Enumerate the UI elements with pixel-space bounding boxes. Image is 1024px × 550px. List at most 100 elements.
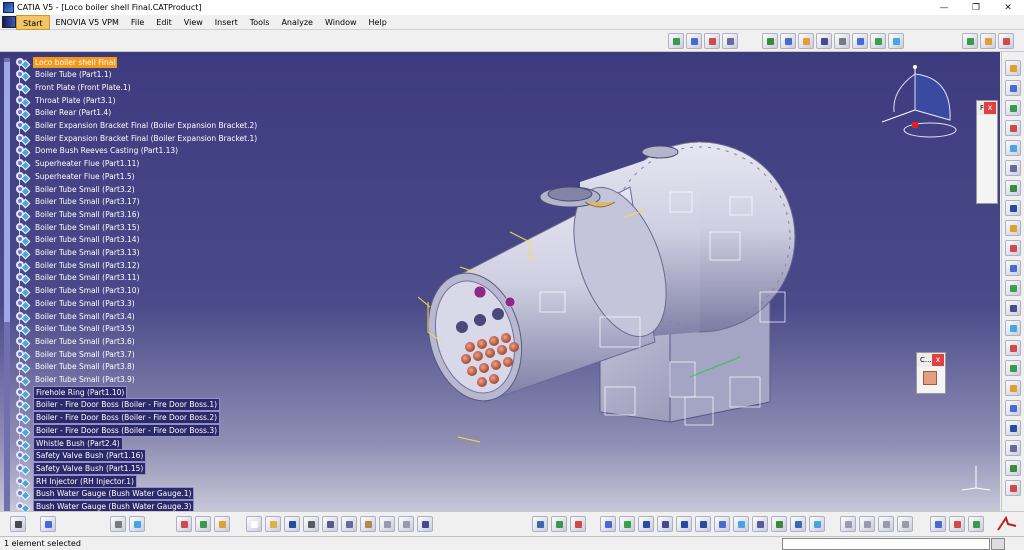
reorder-icon[interactable]	[1005, 260, 1021, 276]
tree-node[interactable]: Boiler Tube Small (Part3.16)	[16, 208, 142, 222]
start-icon[interactable]	[2, 16, 16, 28]
update-all-icon[interactable]	[1005, 460, 1021, 476]
tree-node[interactable]: Boiler Tube Small (Part3.15)	[16, 221, 142, 235]
tree-node[interactable]: Boiler Tube Small (Part3.6)	[16, 335, 137, 349]
small-floating-toolbar-header[interactable]: C... x	[917, 353, 945, 367]
tree-node[interactable]: Dome Bush Reeves Casting (Part1.13)	[16, 145, 180, 158]
save-icon[interactable]	[284, 516, 300, 532]
manipulation-icon[interactable]	[816, 33, 832, 49]
options-icon[interactable]	[968, 516, 984, 532]
clash-icon[interactable]	[852, 33, 868, 49]
move-icon[interactable]	[762, 33, 778, 49]
power-input-button[interactable]	[991, 538, 1005, 550]
tree-node[interactable]: Boiler Tube Small (Part3.9)	[16, 374, 137, 387]
update-icon[interactable]	[962, 33, 978, 49]
tree-node[interactable]: Bush Water Gauge (Bush Water Gauge.3)	[16, 500, 195, 511]
tree-node[interactable]: Boiler Tube Small (Part3.17)	[16, 196, 142, 209]
tree-node[interactable]: Boiler - Fire Door Boss (Boiler - Fire D…	[16, 411, 221, 425]
cut-icon[interactable]	[322, 516, 338, 532]
catalog-icon[interactable]	[722, 33, 738, 49]
tree-node[interactable]: Boiler Expansion Bracket Final (Boiler E…	[16, 120, 259, 133]
rotate-icon[interactable]	[657, 516, 673, 532]
fix-icon[interactable]	[1005, 100, 1021, 116]
measure-between-icon[interactable]	[840, 516, 856, 532]
components-icon[interactable]	[686, 33, 702, 49]
fit-all-icon[interactable]	[619, 516, 635, 532]
std-icon[interactable]	[897, 516, 913, 532]
renumber-icon[interactable]	[1005, 240, 1021, 256]
print-icon[interactable]	[10, 516, 26, 532]
tree-node[interactable]: Superheater Flue (Part1.5)	[16, 170, 137, 184]
close-button[interactable]: ✕	[992, 0, 1024, 15]
menu-help[interactable]: Help	[363, 15, 393, 30]
tree-node[interactable]: Front Plate (Front Plate.1)	[16, 81, 133, 95]
side-floating-toolbar-header[interactable]: F x	[977, 101, 997, 115]
print-document-icon[interactable]	[303, 516, 319, 532]
boiler-model[interactable]	[400, 92, 820, 452]
menu-tools[interactable]: Tools	[244, 15, 276, 30]
whats-this-icon[interactable]	[417, 516, 433, 532]
restore-button[interactable]: ❐	[960, 0, 992, 15]
new-component-icon[interactable]	[1005, 140, 1021, 156]
offset-icon[interactable]	[1005, 400, 1021, 416]
zoom-in-icon[interactable]	[676, 516, 692, 532]
measure-inertia-icon[interactable]	[878, 516, 894, 532]
explode-icon[interactable]	[798, 33, 814, 49]
tree-root-node[interactable]: Loco boiler shell Final	[16, 56, 118, 69]
menu-window[interactable]: Window	[319, 15, 363, 30]
side-floating-close-button[interactable]: x	[984, 102, 996, 114]
hide-show-icon[interactable]	[771, 516, 787, 532]
formula-icon[interactable]	[195, 516, 211, 532]
quick-view-icon[interactable]	[733, 516, 749, 532]
tree-node[interactable]: Boiler - Fire Door Boss (Boiler - Fire D…	[16, 398, 221, 412]
fly-mode-icon[interactable]	[600, 516, 616, 532]
tree-node[interactable]: RH Injector (RH Injector.1)	[16, 474, 137, 489]
tree-scrollbar-thumb[interactable]	[4, 62, 10, 322]
zoom-out-icon[interactable]	[695, 516, 711, 532]
annotation-icon[interactable]	[888, 33, 904, 49]
tree-node[interactable]: Boiler Tube Small (Part3.3)	[16, 297, 137, 311]
3d-viewport[interactable]: Loco boiler shell Final Boiler Tube (Part…	[0, 52, 1000, 511]
pan-icon[interactable]	[638, 516, 654, 532]
constraints-icon[interactable]	[704, 33, 720, 49]
coincidence-icon[interactable]	[1005, 360, 1021, 376]
tree-node[interactable]: Boiler - Fire Door Boss (Boiler - Fire D…	[16, 423, 221, 438]
tree-node[interactable]: Throat Plate (Part3.1)	[16, 94, 118, 108]
multi-instance-icon[interactable]	[1005, 280, 1021, 296]
tree-node[interactable]: Safety Valve Bush (Part1.16)	[16, 449, 147, 463]
product-icon[interactable]	[1005, 120, 1021, 136]
macro-icon[interactable]	[40, 516, 56, 532]
swap-visible-space-icon[interactable]	[790, 516, 806, 532]
fast-multi-instance-icon[interactable]	[1005, 300, 1021, 316]
cube-icon[interactable]	[129, 516, 145, 532]
menu-file[interactable]: File	[125, 15, 150, 30]
menu-view[interactable]: View	[178, 15, 209, 30]
menu-analyze[interactable]: Analyze	[275, 15, 319, 30]
tree-node[interactable]: Firehole Ring (Part1.10)	[16, 385, 128, 400]
undo-icon[interactable]	[379, 516, 395, 532]
open-file-icon[interactable]	[265, 516, 281, 532]
menu-edit[interactable]: Edit	[150, 15, 178, 30]
reuse-pattern-icon[interactable]	[1005, 320, 1021, 336]
product-structure-icon[interactable]	[668, 33, 684, 49]
new-part-icon[interactable]	[1005, 160, 1021, 176]
publication-icon[interactable]	[998, 33, 1014, 49]
tree-node[interactable]: Boiler Tube Small (Part3.7)	[16, 348, 137, 362]
redo-icon[interactable]	[398, 516, 414, 532]
tree-node[interactable]: Boiler Tube Small (Part3.2)	[16, 183, 137, 196]
tree-node[interactable]: Boiler Tube (Part1.1)	[16, 69, 114, 82]
measure-icon[interactable]	[834, 33, 850, 49]
scenes-icon[interactable]	[980, 33, 996, 49]
measure-item-icon[interactable]	[859, 516, 875, 532]
stack-icon[interactable]	[1005, 480, 1021, 496]
normal-view-icon[interactable]	[714, 516, 730, 532]
fix-together-icon[interactable]	[1005, 440, 1021, 456]
law-icon[interactable]	[214, 516, 230, 532]
tree-node[interactable]: Boiler Tube Small (Part3.8)	[16, 361, 137, 374]
tree-node[interactable]: Superheater Flue (Part1.11)	[16, 158, 141, 171]
new-file-icon[interactable]	[246, 516, 262, 532]
tree-expand-icon[interactable]	[532, 516, 548, 532]
pointer-icon[interactable]	[1005, 80, 1021, 96]
sectioning-icon[interactable]	[870, 33, 886, 49]
tree-node[interactable]: Boiler Rear (Part1.4)	[16, 107, 113, 120]
